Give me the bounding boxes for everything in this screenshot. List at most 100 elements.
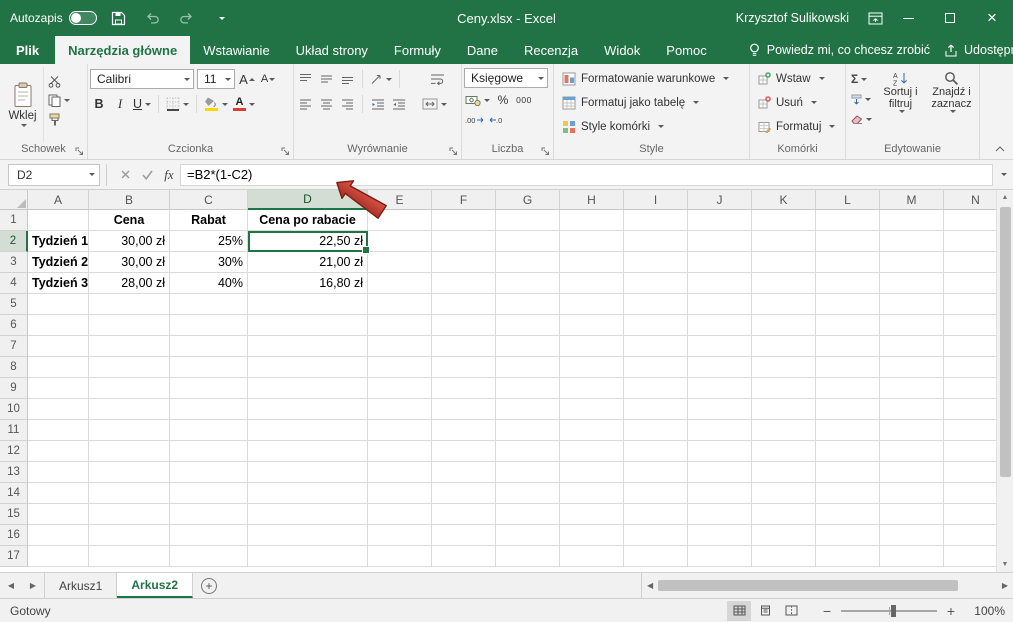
row-header-6[interactable]: 6 <box>0 315 28 336</box>
cell-C11[interactable] <box>170 420 248 441</box>
cell-A15[interactable] <box>28 504 89 525</box>
cell-L4[interactable] <box>816 273 880 294</box>
cell-I14[interactable] <box>624 483 688 504</box>
column-header-L[interactable]: L <box>816 190 880 210</box>
cell-L15[interactable] <box>816 504 880 525</box>
borders-button[interactable] <box>165 94 190 114</box>
cell-N5[interactable] <box>944 294 996 315</box>
cell-I17[interactable] <box>624 546 688 567</box>
cell-F9[interactable] <box>432 378 496 399</box>
cell-F17[interactable] <box>432 546 496 567</box>
cell-I5[interactable] <box>624 294 688 315</box>
cell-F1[interactable] <box>432 210 496 231</box>
cell-N17[interactable] <box>944 546 996 567</box>
underline-button[interactable]: U <box>132 94 152 114</box>
cell-D3[interactable]: 21,00 zł <box>248 252 368 273</box>
increase-indent-button[interactable] <box>390 94 408 114</box>
cell-M1[interactable] <box>880 210 944 231</box>
cell-M14[interactable] <box>880 483 944 504</box>
cell-A4[interactable]: Tydzień 3 <box>28 273 89 294</box>
delete-cells-button[interactable]: Usuń <box>752 91 843 114</box>
cell-D11[interactable] <box>248 420 368 441</box>
cell-K3[interactable] <box>752 252 816 273</box>
cell-B3[interactable]: 30,00 zł <box>89 252 170 273</box>
decrease-font-size-button[interactable]: A <box>259 69 277 89</box>
cell-L3[interactable] <box>816 252 880 273</box>
cell-J15[interactable] <box>688 504 752 525</box>
format-cells-button[interactable]: Formatuj <box>752 115 843 138</box>
cell-L13[interactable] <box>816 462 880 483</box>
cell-K2[interactable] <box>752 231 816 252</box>
cell-H12[interactable] <box>560 441 624 462</box>
cell-E4[interactable] <box>368 273 432 294</box>
cell-M3[interactable] <box>880 252 944 273</box>
cell-B9[interactable] <box>89 378 170 399</box>
hscroll-left-icon[interactable]: ◀ <box>642 581 658 590</box>
cell-H15[interactable] <box>560 504 624 525</box>
cell-F5[interactable] <box>432 294 496 315</box>
cell-E7[interactable] <box>368 336 432 357</box>
autosave-toggle[interactable]: Autozapis <box>10 11 97 25</box>
zoom-slider[interactable] <box>841 610 937 612</box>
cell-B12[interactable] <box>89 441 170 462</box>
align-bottom-button[interactable] <box>338 69 356 89</box>
cell-E2[interactable] <box>368 231 432 252</box>
cell-H7[interactable] <box>560 336 624 357</box>
cell-I7[interactable] <box>624 336 688 357</box>
font-size-combobox[interactable]: 11 <box>197 69 235 89</box>
cell-I4[interactable] <box>624 273 688 294</box>
cell-F15[interactable] <box>432 504 496 525</box>
cell-G2[interactable] <box>496 231 560 252</box>
row-header-8[interactable]: 8 <box>0 357 28 378</box>
accounting-format-button[interactable] <box>464 90 491 110</box>
cell-L16[interactable] <box>816 525 880 546</box>
cell-M17[interactable] <box>880 546 944 567</box>
save-button[interactable] <box>107 6 131 30</box>
cell-K16[interactable] <box>752 525 816 546</box>
cell-F2[interactable] <box>432 231 496 252</box>
cell-J7[interactable] <box>688 336 752 357</box>
cell-G14[interactable] <box>496 483 560 504</box>
cell-N9[interactable] <box>944 378 996 399</box>
formula-input[interactable]: =B2*(1-C2) <box>180 164 993 186</box>
row-header-4[interactable]: 4 <box>0 273 28 294</box>
cell-I13[interactable] <box>624 462 688 483</box>
cell-D6[interactable] <box>248 315 368 336</box>
autosum-button[interactable]: Σ <box>851 71 872 87</box>
cell-D12[interactable] <box>248 441 368 462</box>
cell-F12[interactable] <box>432 441 496 462</box>
cell-M13[interactable] <box>880 462 944 483</box>
cell-I9[interactable] <box>624 378 688 399</box>
cell-M4[interactable] <box>880 273 944 294</box>
cell-E12[interactable] <box>368 441 432 462</box>
cell-C6[interactable] <box>170 315 248 336</box>
font-name-combobox[interactable]: Calibri <box>90 69 194 89</box>
zoom-in-button[interactable]: + <box>943 603 959 619</box>
cell-G15[interactable] <box>496 504 560 525</box>
cell-I6[interactable] <box>624 315 688 336</box>
cell-B11[interactable] <box>89 420 170 441</box>
add-sheet-button[interactable]: + <box>201 578 217 594</box>
cell-D16[interactable] <box>248 525 368 546</box>
column-header-I[interactable]: I <box>624 190 688 210</box>
cell-G8[interactable] <box>496 357 560 378</box>
cell-L8[interactable] <box>816 357 880 378</box>
cell-J6[interactable] <box>688 315 752 336</box>
clipboard-dialog-launcher[interactable] <box>73 145 85 157</box>
cell-D15[interactable] <box>248 504 368 525</box>
scroll-down-icon[interactable]: ▼ <box>1002 557 1009 572</box>
cell-G1[interactable] <box>496 210 560 231</box>
cell-E14[interactable] <box>368 483 432 504</box>
cell-J12[interactable] <box>688 441 752 462</box>
row-header-1[interactable]: 1 <box>0 210 28 231</box>
cell-B16[interactable] <box>89 525 170 546</box>
cell-C8[interactable] <box>170 357 248 378</box>
cell-K6[interactable] <box>752 315 816 336</box>
cell-H4[interactable] <box>560 273 624 294</box>
column-header-F[interactable]: F <box>432 190 496 210</box>
cell-E16[interactable] <box>368 525 432 546</box>
row-header-2[interactable]: 2 <box>0 231 28 252</box>
cell-N13[interactable] <box>944 462 996 483</box>
cell-M5[interactable] <box>880 294 944 315</box>
cell-K15[interactable] <box>752 504 816 525</box>
